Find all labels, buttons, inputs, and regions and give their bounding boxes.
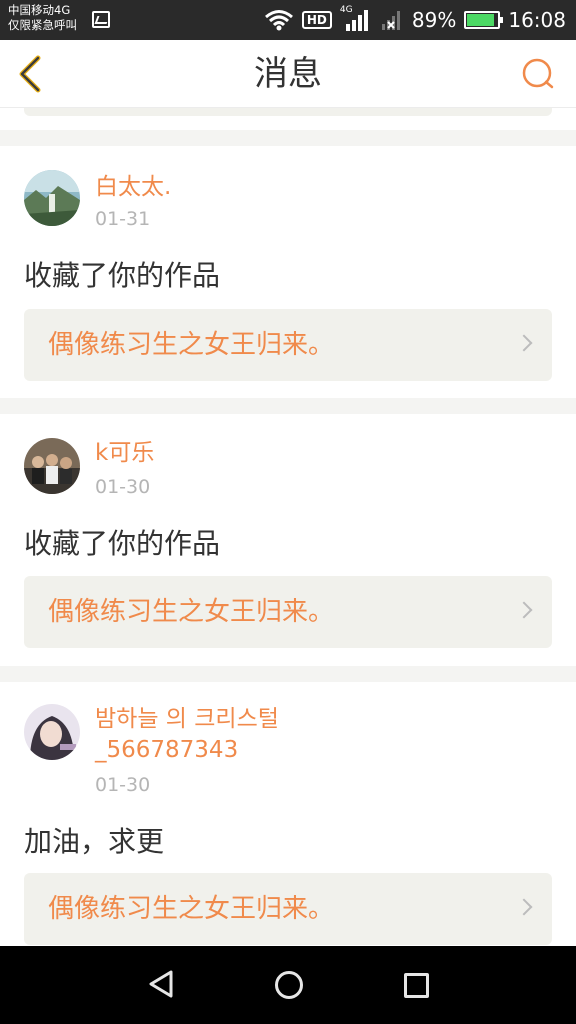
work-link[interactable]: 偶像练习生之女王归来。 <box>24 309 552 381</box>
signal-icon: 4G <box>340 5 372 33</box>
search-icon[interactable] <box>518 54 558 94</box>
message-text: 加油，求更 <box>24 825 165 858</box>
work-title: 偶像练习生之女王归来。 <box>48 894 335 924</box>
message-date: 01-30 <box>95 476 151 498</box>
carrier-line2: 仅限紧急呼叫 <box>8 18 77 32</box>
previous-work-fragment <box>24 108 552 116</box>
message-date: 01-30 <box>95 774 151 796</box>
square-recents-icon[interactable] <box>404 973 429 998</box>
message-card: 밤하늘 의 크리스털 _566787343 01-30 加油，求更 偶像练习生之… <box>0 682 576 946</box>
avatar[interactable] <box>24 438 80 494</box>
status-bar: 中国移动4G 仅限紧急呼叫 HD 4G 89% 16:08 <box>0 0 576 40</box>
image-notification-icon <box>92 11 110 28</box>
system-nav-bar <box>0 946 576 1024</box>
previous-card-fragment <box>0 108 576 130</box>
user-name[interactable]: k可乐 <box>95 438 154 469</box>
triangle-back-icon[interactable] <box>145 968 177 1000</box>
work-title: 偶像练习生之女王归来。 <box>48 597 335 627</box>
chevron-right-icon <box>515 601 533 619</box>
battery-icon <box>464 11 504 29</box>
status-icons: HD 4G 89% 16:08 <box>264 0 566 40</box>
page-title: 消息 <box>254 54 322 94</box>
work-link[interactable]: 偶像练习生之女王归来。 <box>24 576 552 648</box>
avatar[interactable] <box>24 170 80 226</box>
message-card: 白太太. 01-31 收藏了你的作品 偶像练习生之女王归来。 <box>0 146 576 398</box>
message-card: k可乐 01-30 收藏了你的作品 偶像练习生之女王归来。 <box>0 414 576 666</box>
message-text: 收藏了你的作品 <box>24 527 221 560</box>
chevron-right-icon <box>515 898 533 916</box>
avatar[interactable] <box>24 704 80 760</box>
user-name-line2[interactable]: _566787343 <box>95 735 238 766</box>
work-title: 偶像练习生之女王归来。 <box>48 330 335 360</box>
app-header: 消息 <box>0 40 576 108</box>
hd-badge: HD <box>301 11 332 29</box>
message-text: 收藏了你的作品 <box>24 259 221 292</box>
user-name[interactable]: 白太太. <box>95 172 171 203</box>
message-list[interactable]: 白太太. 01-31 收藏了你的作品 偶像练习生之女王归来。 k可乐 01-30… <box>0 108 576 946</box>
carrier-line1: 中国移动4G <box>8 3 71 17</box>
circle-home-icon[interactable] <box>275 971 303 999</box>
carrier-info: 中国移动4G 仅限紧急呼叫 <box>8 3 77 33</box>
wifi-icon <box>264 10 293 31</box>
chevron-left-icon[interactable] <box>12 52 52 96</box>
work-link[interactable]: 偶像练习生之女王归来。 <box>24 873 552 945</box>
chevron-right-icon <box>515 334 533 352</box>
message-date: 01-31 <box>95 208 151 230</box>
user-name[interactable]: 밤하늘 의 크리스털 <box>95 704 279 735</box>
signal-nosim-icon <box>381 11 400 30</box>
clock: 16:08 <box>508 8 566 32</box>
battery-percent: 89% <box>411 8 457 32</box>
